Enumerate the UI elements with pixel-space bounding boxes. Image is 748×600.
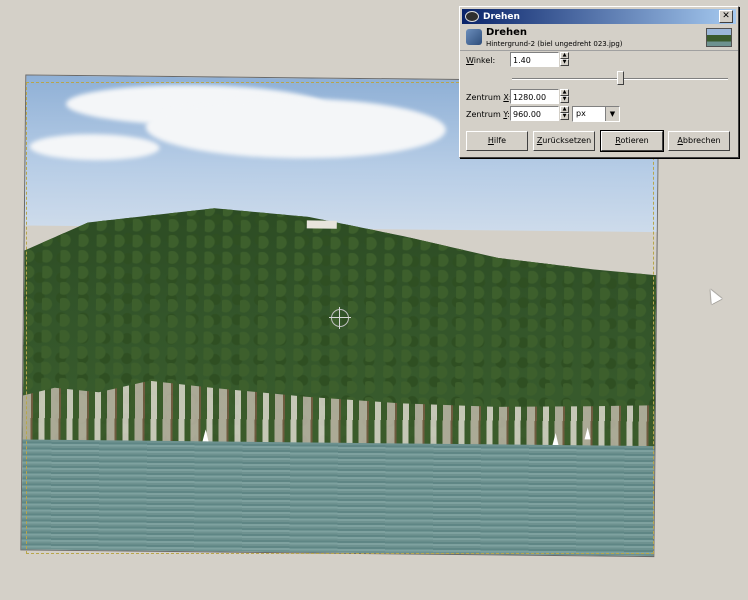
unit-dropdown[interactable]: px ▼ (572, 106, 620, 122)
spin-up-button[interactable]: ▲ (560, 89, 569, 96)
reset-button[interactable]: Zurücksetzen (533, 131, 595, 151)
gimp-eye-icon (465, 11, 479, 22)
angle-label: Winkel: (466, 56, 496, 65)
cancel-button[interactable]: Abbrechen (668, 131, 730, 151)
rotate-tool-icon (466, 29, 482, 45)
unit-value: px (576, 109, 586, 118)
spin-up-button[interactable]: ▲ (560, 106, 569, 113)
close-button[interactable]: ✕ (719, 10, 733, 23)
center-y-label: Zentrum Y: (466, 110, 510, 119)
spin-up-button[interactable]: ▲ (560, 52, 569, 59)
header-title: Drehen (486, 27, 528, 38)
angle-slider-handle[interactable] (617, 71, 624, 85)
center-y-input[interactable]: 960.00 (510, 106, 559, 121)
rotation-center-crosshair[interactable] (329, 307, 351, 329)
angle-spinner[interactable]: ▲ ▼ (560, 52, 569, 67)
dialog-header: Drehen Hintergrund-2 (biel ungedreht 023… (460, 24, 738, 51)
spin-down-button[interactable]: ▼ (560, 59, 569, 66)
dialog-title: Drehen (483, 11, 520, 22)
angle-input[interactable]: 1.40 (510, 52, 559, 67)
help-button[interactable]: Hilfe (466, 131, 528, 151)
rotate-button[interactable]: Rotieren (600, 130, 664, 152)
layer-thumbnail (706, 28, 732, 47)
chevron-down-icon[interactable]: ▼ (605, 107, 619, 121)
header-subtitle: Hintergrund-2 (biel ungedreht 023.jpg) (486, 40, 623, 48)
spin-down-button[interactable]: ▼ (560, 96, 569, 103)
center-x-label: Zentrum X: (466, 93, 512, 102)
center-y-spinner[interactable]: ▲ ▼ (560, 106, 569, 121)
rotate-dialog: Drehen ✕ Drehen Hintergrund-2 (biel unge… (459, 6, 739, 158)
center-x-spinner[interactable]: ▲ ▼ (560, 89, 569, 104)
center-x-input[interactable]: 1280.00 (510, 89, 559, 104)
spin-down-button[interactable]: ▼ (560, 113, 569, 120)
dialog-titlebar[interactable]: Drehen ✕ (462, 9, 736, 24)
